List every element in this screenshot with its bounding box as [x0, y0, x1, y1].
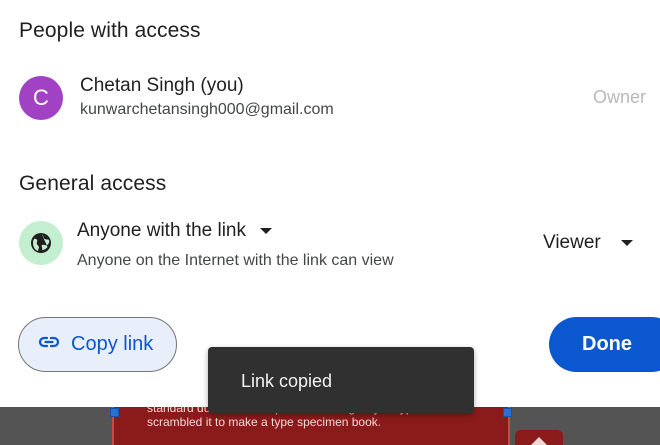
user-name: Chetan Singh (you): [80, 75, 244, 96]
link-icon: [37, 330, 61, 359]
role-dropdown[interactable]: Viewer: [543, 230, 633, 256]
document-thumbnail: [515, 430, 563, 445]
copy-link-button[interactable]: Copy link: [18, 317, 177, 372]
general-access-value: Anyone with the link: [77, 220, 246, 241]
user-email: kunwarchetansingh000@gmail.com: [80, 101, 334, 118]
avatar: C: [19, 76, 63, 120]
general-access-dropdown[interactable]: Anyone with the link: [77, 217, 272, 245]
selection-handle-left[interactable]: [110, 408, 119, 417]
thumbnail-logo-icon: [526, 437, 552, 445]
people-with-access-heading: People with access: [19, 19, 201, 42]
share-dialog: People with access C Chetan Singh (you) …: [0, 0, 660, 407]
role-value: Viewer: [543, 232, 601, 253]
general-access-heading: General access: [19, 172, 167, 195]
link-copied-toast: Link copied: [208, 347, 474, 413]
dropdown-arrow-icon: [620, 240, 633, 246]
copy-link-label: Copy link: [71, 333, 154, 355]
toast-message: Link copied: [241, 371, 333, 391]
avatar-initial: C: [33, 85, 49, 110]
selection-handle-right[interactable]: [503, 408, 512, 417]
dropdown-arrow-icon: [260, 228, 272, 234]
globe-icon: [19, 221, 63, 265]
general-access-description: Anyone on the Internet with the link can…: [77, 252, 394, 269]
owner-role-label: Owner: [592, 87, 646, 107]
done-label: Done: [582, 333, 632, 355]
done-button[interactable]: Done: [549, 317, 660, 372]
